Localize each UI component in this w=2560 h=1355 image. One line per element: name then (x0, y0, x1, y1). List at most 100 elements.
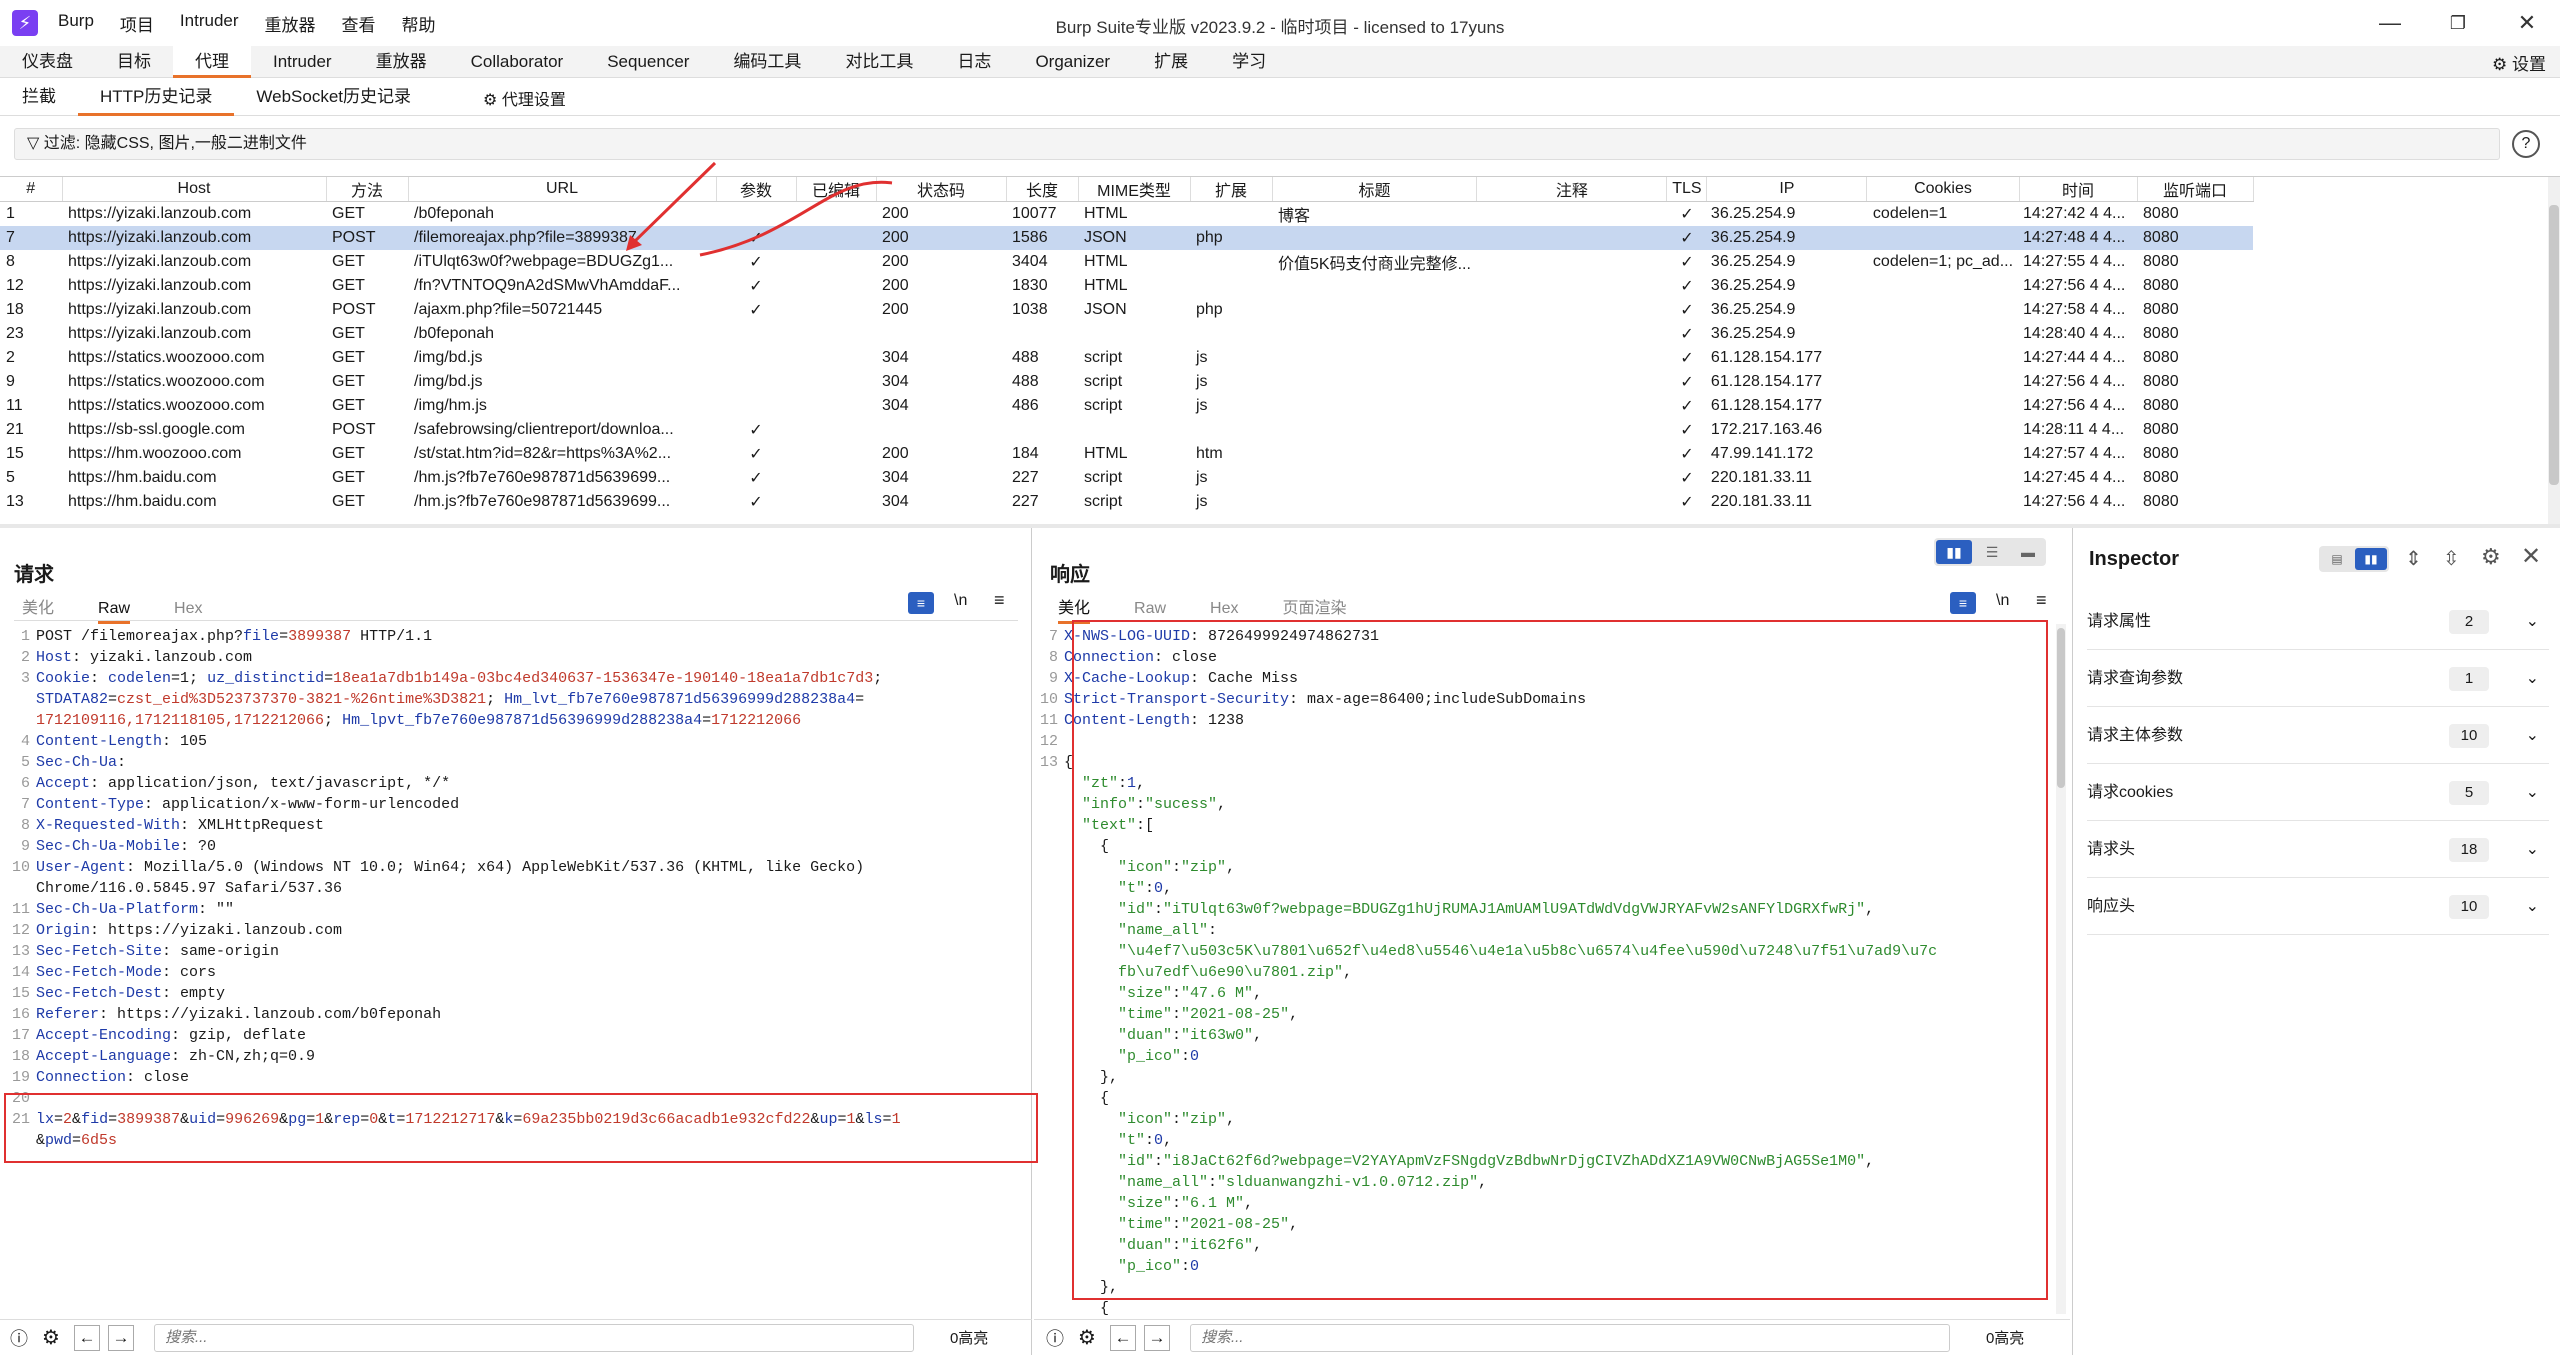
table-row[interactable]: 12 https://yizaki.lanzoub.com GET/fn?VTNTO… (0, 274, 2253, 298)
tab-top[interactable]: Organizer (1013, 46, 1132, 78)
tab-proxy-sub[interactable]: HTTP历史记录 (78, 80, 235, 116)
view-tab[interactable]: 美化 (22, 600, 54, 617)
column-header[interactable]: MIME类型 (1078, 177, 1191, 202)
help-icon[interactable]: ⓘ (10, 1325, 28, 1351)
layout-switcher[interactable]: ▮▮ ☰ ▬ (1934, 538, 2046, 566)
inspector-section[interactable]: 请求主体参数 10 ⌄ (2087, 708, 2549, 764)
inspector-list-icon[interactable]: ▤ (2321, 548, 2353, 570)
table-row[interactable]: 2 https://statics.woozooo.com GET/img/bd.j… (0, 346, 2253, 370)
chevron-down-icon[interactable]: ⌄ (2526, 765, 2539, 821)
column-header[interactable]: Cookies (1866, 177, 2020, 202)
view-tab[interactable]: Hex (1210, 600, 1238, 617)
tab-top[interactable]: 对比工具 (823, 46, 935, 78)
tab-top[interactable]: Sequencer (585, 46, 711, 78)
inspector-section[interactable]: 请求查询参数 1 ⌄ (2087, 651, 2549, 707)
menu-item[interactable]: Intruder (180, 11, 239, 36)
forward-arrow-icon[interactable]: → (1143, 1324, 1170, 1351)
tab-top[interactable]: 日志 (935, 46, 1013, 78)
menu-item[interactable]: 查看 (342, 11, 376, 36)
gear-icon[interactable]: ⚙ (2481, 544, 2501, 570)
proxy-settings-button[interactable]: ⚙ 代理设置 (433, 86, 566, 110)
table-row[interactable]: 1 https://yizaki.lanzoub.com GET/b0feponah… (0, 202, 2253, 227)
gear-icon[interactable]: ⚙ (42, 1325, 60, 1350)
inspector-layout-toggle[interactable]: ▮▮ ▤ (2319, 546, 2389, 572)
column-header[interactable]: # (0, 177, 63, 202)
table-row[interactable]: 11 https://statics.woozooo.com GET/img/hm.… (0, 394, 2253, 418)
table-row[interactable]: 9 https://statics.woozooo.com GET/img/bd.j… (0, 370, 2253, 394)
table-row[interactable]: 23 https://yizaki.lanzoub.com GET/b0fepona… (0, 322, 2253, 346)
column-header[interactable]: 标题 (1272, 177, 1478, 202)
maximize-icon[interactable]: ❐ (2443, 8, 2473, 38)
view-tab[interactable]: Hex (174, 600, 202, 617)
column-header[interactable]: 监听端口 (2137, 177, 2254, 202)
forward-arrow-icon[interactable]: → (107, 1324, 134, 1351)
tab-top[interactable]: 学习 (1210, 46, 1288, 78)
close-icon[interactable]: ✕ (2521, 542, 2541, 571)
tab-top[interactable]: Collaborator (449, 46, 586, 78)
chevron-down-icon[interactable]: ⌄ (2526, 822, 2539, 878)
response-scrollbar[interactable] (2056, 624, 2066, 1314)
tab-top[interactable]: 编码工具 (711, 46, 823, 78)
inspector-section[interactable]: 请求属性 2 ⌄ (2087, 594, 2549, 650)
tab-top[interactable]: 扩展 (1132, 46, 1210, 78)
chevron-down-icon[interactable]: ⌄ (2526, 879, 2539, 935)
pretty-toggle-icon[interactable]: ≡ (1950, 592, 1976, 614)
tab-top[interactable]: 代理 (173, 45, 251, 78)
column-header[interactable]: TLS (1666, 177, 1708, 202)
request-editor[interactable]: 1 POST /filemoreajax.php?file=3899387 HTT… (6, 626, 901, 1151)
inspector-section[interactable]: 请求cookies 5 ⌄ (2087, 765, 2549, 821)
close-icon[interactable]: ✕ (2512, 8, 2542, 38)
table-row[interactable]: 21 https://sb-ssl.google.com POST/safebrow… (0, 418, 2253, 442)
tab-proxy-sub[interactable]: 拦截 (0, 80, 78, 116)
table-row[interactable]: 18 https://yizaki.lanzoub.com POST/ajaxm.p… (0, 298, 2253, 322)
menu-item[interactable]: 重放器 (265, 11, 316, 36)
column-header[interactable]: IP (1706, 177, 1868, 202)
back-arrow-icon[interactable]: ← (1109, 1324, 1136, 1351)
tab-top[interactable]: 重放器 (354, 46, 449, 78)
chevron-down-icon[interactable]: ⌄ (2526, 708, 2539, 764)
view-tab[interactable]: Raw (1134, 600, 1166, 617)
tab-proxy-sub[interactable]: WebSocket历史记录 (234, 80, 433, 116)
pretty-toggle-icon[interactable]: ≡ (908, 592, 934, 614)
table-scrollbar[interactable] (2548, 177, 2560, 524)
column-header[interactable]: 时间 (2019, 177, 2138, 202)
chevron-down-icon[interactable]: ⌄ (2526, 651, 2539, 707)
filter-bar[interactable]: ▽ 过滤: 隐藏CSS, 图片,一般二进制文件 (14, 128, 2500, 160)
collapse-all-icon[interactable]: ⇳ (2443, 546, 2460, 571)
table-row[interactable]: 15 https://hm.woozooo.com GET/st/stat.htm?… (0, 442, 2253, 466)
tab-top[interactable]: Intruder (251, 46, 354, 78)
table-row[interactable]: 13 https://hm.baidu.com GET/hm.js?fb7e760e… (0, 490, 2253, 514)
table-row[interactable]: 5 https://hm.baidu.com GET/hm.js?fb7e760e9… (0, 466, 2253, 490)
view-tab[interactable]: 页面渲染 (1282, 600, 1346, 617)
inspector-section[interactable]: 请求头 18 ⌄ (2087, 822, 2549, 878)
column-header[interactable]: 长度 (1006, 177, 1079, 202)
menu-icon[interactable]: ≡ (994, 590, 1005, 611)
vertical-layout-icon[interactable]: ☰ (1974, 540, 2010, 564)
tab-top[interactable]: 仪表盘 (0, 46, 95, 78)
minimize-icon[interactable]: — (2375, 8, 2405, 38)
column-header[interactable]: Host (62, 177, 327, 202)
newline-toggle[interactable]: \n (1996, 592, 2009, 610)
split-layout-icon[interactable]: ▮▮ (1936, 540, 1972, 564)
menu-item[interactable]: Burp (58, 11, 94, 36)
column-header[interactable]: 方法 (326, 177, 409, 202)
menu-item[interactable]: 帮助 (402, 11, 436, 36)
menu-item[interactable]: 项目 (120, 11, 154, 36)
column-header[interactable]: 扩展 (1190, 177, 1273, 202)
tab-top[interactable]: 目标 (95, 46, 173, 78)
column-header[interactable]: 注释 (1476, 177, 1668, 202)
menu-icon[interactable]: ≡ (2036, 590, 2047, 611)
newline-toggle[interactable]: \n (954, 592, 967, 610)
help-icon[interactable]: ? (2512, 130, 2540, 158)
expand-all-icon[interactable]: ⇕ (2405, 546, 2422, 571)
chevron-down-icon[interactable]: ⌄ (2526, 594, 2539, 650)
table-row[interactable]: 7 https://yizaki.lanzoub.com POST/filemore… (0, 226, 2254, 250)
request-search-input[interactable] (153, 1323, 914, 1352)
help-icon[interactable]: ⓘ (1046, 1325, 1064, 1351)
response-search-input[interactable] (1189, 1323, 1950, 1352)
tabs-layout-icon[interactable]: ▬ (2010, 540, 2046, 564)
inspector-section[interactable]: 响应头 10 ⌄ (2087, 879, 2549, 935)
settings-button[interactable]: ⚙ 设置 (2492, 50, 2546, 75)
back-arrow-icon[interactable]: ← (73, 1324, 100, 1351)
table-row[interactable]: 8 https://yizaki.lanzoub.com GET/iTUlqt63w… (0, 250, 2253, 274)
